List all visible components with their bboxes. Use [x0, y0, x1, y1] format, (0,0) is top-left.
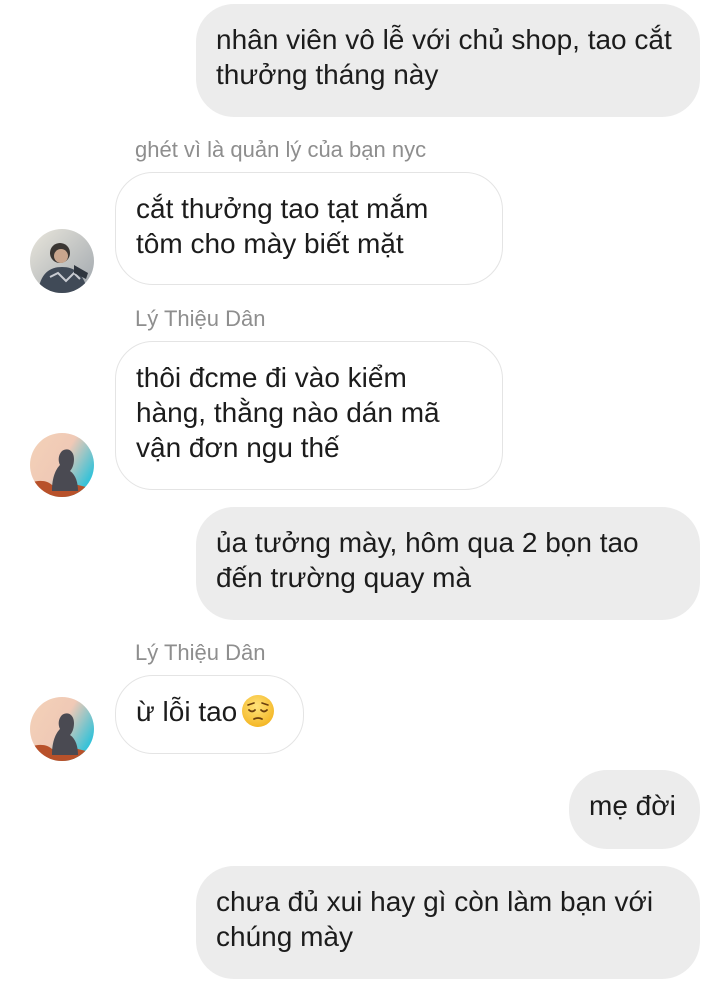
sender-avatar[interactable] [30, 433, 94, 497]
sender-avatar[interactable] [30, 697, 94, 761]
message-text: ừ lỗi tao [136, 696, 238, 727]
sender-name: Lý Thiệu Dân [135, 640, 266, 665]
message-text: mẹ đời [589, 790, 676, 821]
silhouette-avatar-icon [30, 697, 94, 761]
sender-avatar[interactable] [30, 229, 94, 293]
message-text: thôi đcme đi vào kiểm hàng, thằng nào dá… [136, 362, 440, 463]
sender-name: ghét vì là quản lý của bạn nyc [135, 137, 427, 162]
message-text: cắt thưởng tao tạt mắm tôm cho mày biết … [136, 193, 429, 259]
outgoing-message-bubble[interactable]: nhân viên vô lễ với chủ shop, tao cắt th… [196, 4, 700, 117]
sender-name: Lý Thiệu Dân [135, 306, 266, 331]
silhouette-avatar-icon [30, 433, 94, 497]
message-text: nhân viên vô lễ với chủ shop, tao cắt th… [216, 24, 672, 90]
outgoing-message-bubble[interactable]: ủa tưởng mày, hôm qua 2 bọn tao đến trườ… [196, 507, 700, 620]
person-photo-avatar-icon [30, 229, 94, 293]
incoming-message-bubble[interactable]: thôi đcme đi vào kiểm hàng, thằng nào dá… [115, 341, 503, 490]
message-text: ủa tưởng mày, hôm qua 2 bọn tao đến trườ… [216, 527, 639, 593]
incoming-message-bubble[interactable]: ừ lỗi tao [115, 675, 304, 754]
incoming-message-bubble[interactable]: cắt thưởng tao tạt mắm tôm cho mày biết … [115, 172, 503, 285]
outgoing-message-bubble[interactable]: chưa đủ xui hay gì còn làm bạn với chúng… [196, 866, 700, 979]
pensive-face-emoji-icon [241, 694, 275, 728]
message-text: chưa đủ xui hay gì còn làm bạn với chúng… [216, 886, 654, 952]
outgoing-message-bubble[interactable]: mẹ đời [569, 770, 700, 849]
